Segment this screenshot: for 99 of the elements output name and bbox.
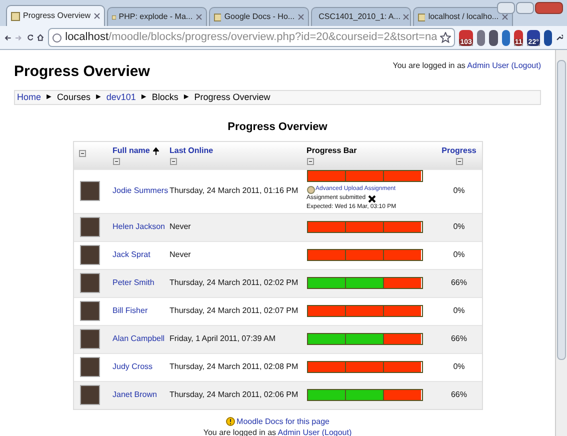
progress-segment[interactable] xyxy=(344,334,384,344)
student-name-link[interactable]: Jack Sprat xyxy=(106,249,170,261)
breadcrumb-link[interactable]: dev101 xyxy=(106,90,136,104)
progress-segment[interactable] xyxy=(383,390,422,400)
column-header-link[interactable]: Last Online xyxy=(170,144,214,156)
browser-tab[interactable]: PHP: explode - Ma... xyxy=(106,7,207,26)
close-icon[interactable] xyxy=(298,14,304,20)
collapse-icon[interactable] xyxy=(112,158,120,164)
browser-tab[interactable]: Google Docs - Ho... xyxy=(208,7,309,26)
last-online-text: Thursday, 24 March 2011, 01:16 PM xyxy=(170,185,300,197)
browser-tab[interactable]: Progress Overview xyxy=(6,5,105,26)
progress-segment[interactable] xyxy=(383,250,422,260)
avatar-placeholder xyxy=(80,301,100,321)
last-online-text: Never xyxy=(170,221,192,233)
browser-tab[interactable]: CSC1401_2010_1: A... xyxy=(310,7,411,26)
address-bar[interactable]: localhost/moodle/blocks/progress/overview.php?id=20&courseid=2&tsort=na xyxy=(48,28,456,47)
progress-percent: 66% xyxy=(450,389,468,401)
login-info: You are logged in as Admin User (Logout) xyxy=(202,428,353,436)
close-icon[interactable] xyxy=(196,14,202,20)
progress-percent: 0% xyxy=(452,305,466,317)
table-title: Progress Overview xyxy=(226,120,328,135)
user-link[interactable]: Admin User xyxy=(278,428,320,436)
student-name-link[interactable]: Alan Campbell xyxy=(106,333,170,345)
last-online-text: Thursday, 24 March 2011, 02:08 PM xyxy=(170,361,300,373)
avatar-placeholder xyxy=(80,217,100,237)
close-icon[interactable] xyxy=(94,13,100,19)
progress-percent: 0% xyxy=(452,249,466,261)
avatar-placeholder xyxy=(80,273,100,293)
page-icon xyxy=(214,12,222,22)
progress-percent: 66% xyxy=(450,277,468,289)
student-name-link[interactable]: Janet Brown xyxy=(106,389,170,401)
breadcrumb-text: Progress Overview xyxy=(194,90,270,104)
progress-segment[interactable] xyxy=(383,171,422,181)
breadcrumb-separator: ► xyxy=(94,91,102,104)
column-header-link[interactable]: Progress xyxy=(442,144,476,156)
url-text: localhost/moodle/blocks/progress/overview.php?id=20&courseid=2&tsort=na xyxy=(65,30,438,46)
assignment-icon xyxy=(306,186,314,194)
collapse-icon[interactable] xyxy=(306,158,314,164)
docs-link[interactable]: Moodle Docs for this page xyxy=(236,416,330,428)
progress-segment[interactable] xyxy=(344,171,384,181)
progress-percent: 0% xyxy=(452,221,466,233)
close-button[interactable] xyxy=(535,2,563,14)
progress-segment[interactable] xyxy=(344,362,384,372)
avatar-placeholder xyxy=(80,357,100,377)
progress-percent: 0% xyxy=(452,185,466,197)
login-info: You are logged in as Admin User (Logout) xyxy=(392,60,541,72)
student-name-link[interactable]: Helen Jackson xyxy=(106,221,170,233)
progress-segment[interactable] xyxy=(383,278,422,288)
progress-percent: 66% xyxy=(450,333,468,345)
last-online-text: Thursday, 24 March 2011, 02:06 PM xyxy=(170,389,300,401)
progress-segment[interactable] xyxy=(344,390,384,400)
user-link[interactable]: Admin User xyxy=(467,61,509,70)
minimize-button[interactable] xyxy=(497,2,515,14)
page-icon xyxy=(52,32,62,42)
breadcrumb-separator: ► xyxy=(140,91,148,104)
close-icon[interactable] xyxy=(502,14,508,20)
last-online-text: Thursday, 24 March 2011, 02:07 PM xyxy=(170,305,300,317)
maximize-button[interactable] xyxy=(516,2,534,14)
info-icon xyxy=(226,417,235,426)
page-icon xyxy=(418,12,426,22)
student-name-link[interactable]: Bill Fisher xyxy=(106,305,170,317)
student-name-link[interactable]: Peter Smith xyxy=(106,277,170,289)
progress-segment[interactable] xyxy=(383,306,422,316)
breadcrumb-text: Blocks xyxy=(152,90,178,104)
page-title: Progress Overview xyxy=(14,62,150,82)
avatar-placeholder xyxy=(80,181,100,201)
student-name-link[interactable]: Jodie Summers xyxy=(106,185,170,197)
column-header: Progress Bar xyxy=(306,144,357,156)
collapse-icon[interactable] xyxy=(170,158,176,164)
progress-segment[interactable] xyxy=(383,222,422,232)
column-header-link[interactable]: Full name xyxy=(112,144,150,156)
scrollbar[interactable] xyxy=(555,50,567,436)
logout-link[interactable]: (Logout) xyxy=(322,428,352,436)
progress-segment[interactable] xyxy=(344,222,384,232)
page-icon xyxy=(11,12,20,20)
student-name-link[interactable]: Judy Cross xyxy=(106,361,170,373)
progress-percent: 0% xyxy=(452,361,466,373)
logout-link[interactable]: (Logout) xyxy=(511,61,541,70)
progress-segment[interactable] xyxy=(383,334,422,344)
cross-icon xyxy=(368,194,376,202)
last-online-text: Never xyxy=(170,249,192,261)
last-online-text: Thursday, 24 March 2011, 02:02 PM xyxy=(170,277,300,289)
collapse-icon[interactable] xyxy=(78,150,86,156)
breadcrumb-separator: ► xyxy=(45,91,53,104)
avatar-placeholder xyxy=(80,329,100,349)
avatar-placeholder xyxy=(80,385,100,405)
browser-tab[interactable]: localhost / localho... xyxy=(412,7,513,26)
progress-segment[interactable] xyxy=(344,278,384,288)
collapse-icon[interactable] xyxy=(456,158,462,164)
page-icon xyxy=(112,12,116,22)
close-icon[interactable] xyxy=(403,14,410,20)
breadcrumb-text: Courses xyxy=(56,90,90,104)
progress-segment[interactable] xyxy=(344,250,384,260)
progress-segment[interactable] xyxy=(383,362,422,372)
progress-segment[interactable] xyxy=(344,306,384,316)
breadcrumb-separator: ► xyxy=(182,91,190,104)
last-online-text: Friday, 1 April 2011, 07:39 AM xyxy=(170,333,276,345)
avatar-placeholder xyxy=(80,245,100,265)
breadcrumb-link[interactable]: Home xyxy=(17,90,42,104)
